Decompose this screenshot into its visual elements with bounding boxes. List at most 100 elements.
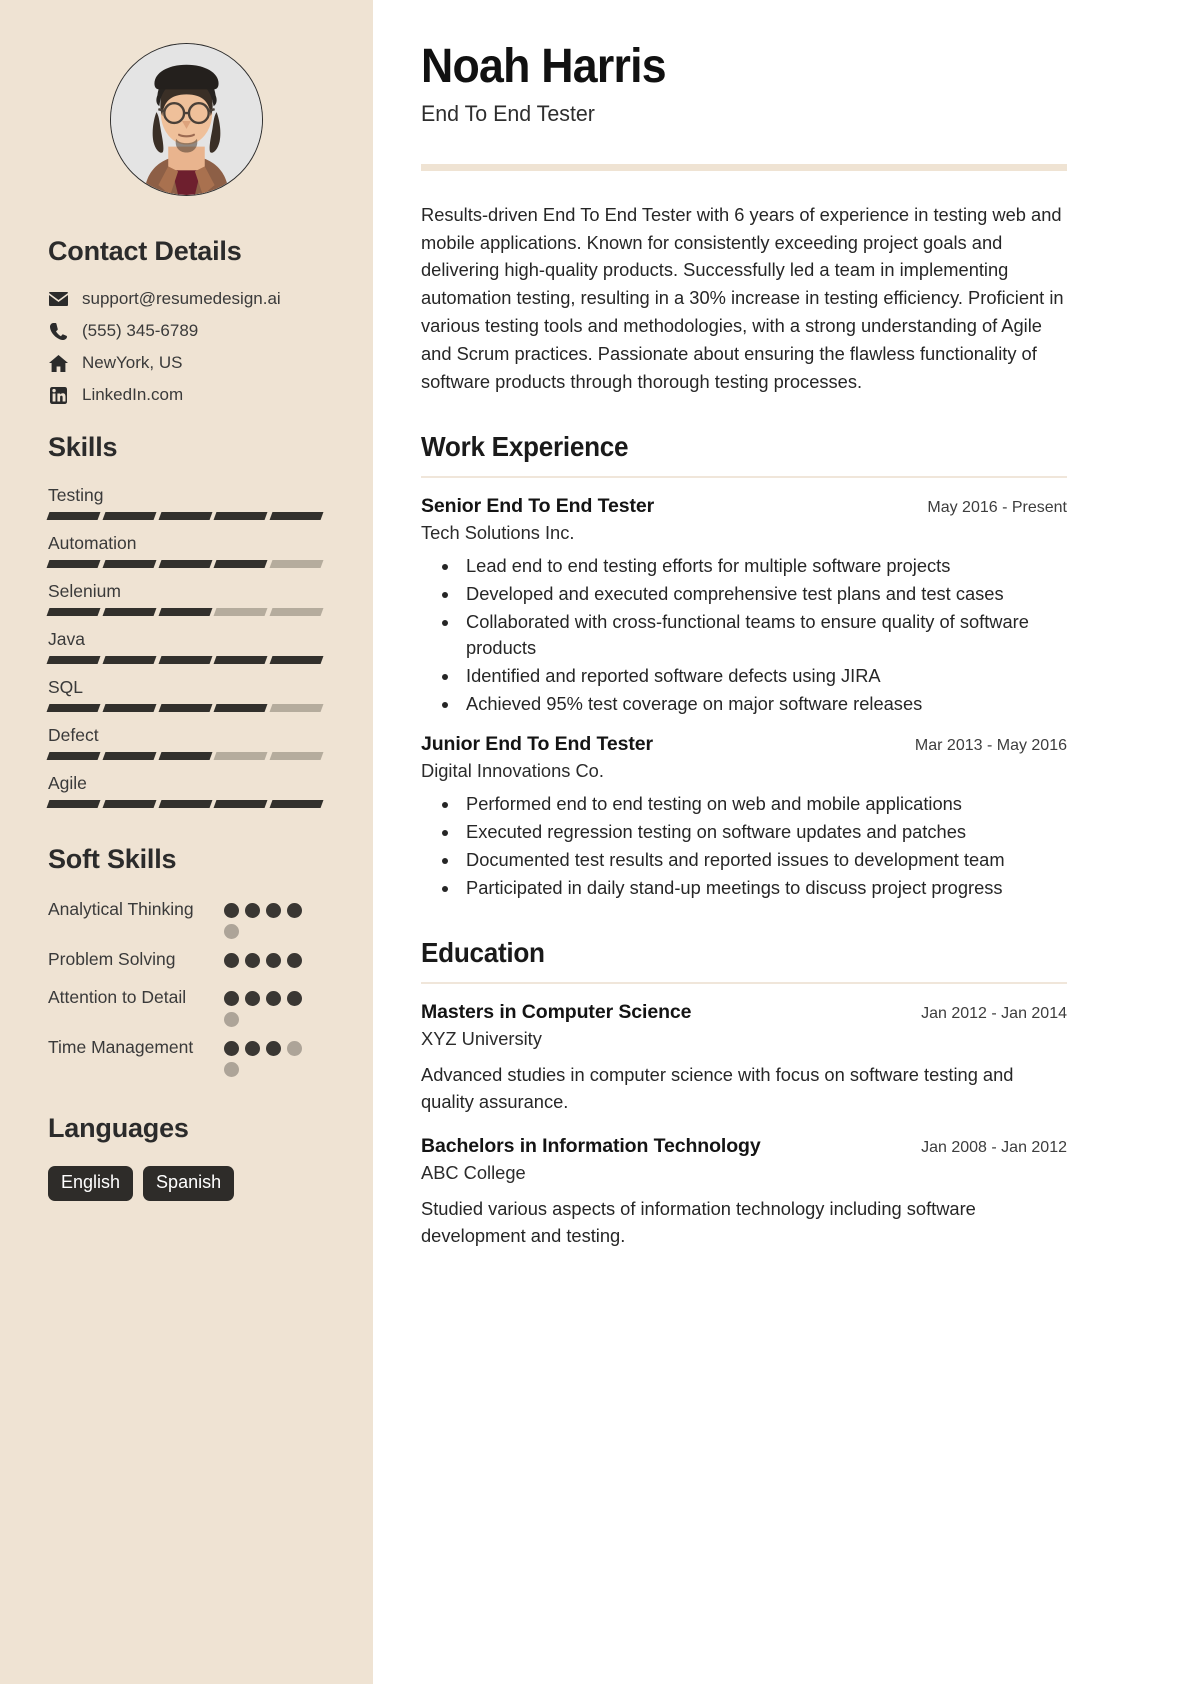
- skill-bar-segment: [102, 752, 157, 760]
- contact-item-location[interactable]: NewYork, US: [48, 353, 325, 373]
- skill-rating-bars: [46, 656, 324, 664]
- work-bullet: Identified and reported software defects…: [460, 663, 1067, 689]
- skill-bar-segment: [46, 656, 101, 664]
- skill-bar-segment: [213, 800, 268, 808]
- languages-list: English Spanish: [48, 1166, 325, 1201]
- soft-skill-dot: [224, 924, 239, 939]
- education-degree: Bachelors in Information Technology: [421, 1134, 761, 1157]
- skill-bar-segment: [46, 752, 101, 760]
- work-bullet: Performed end to end testing on web and …: [460, 791, 1067, 817]
- education-entry: Masters in Computer Science Jan 2012 - J…: [421, 1001, 1067, 1116]
- skill-bar-segment: [158, 704, 212, 712]
- soft-skills-list: Analytical Thinking Problem Solving Atte…: [48, 897, 325, 1077]
- contact-linkedin-value: LinkedIn.com: [82, 385, 184, 404]
- skill-bar-segment: [102, 656, 157, 664]
- soft-skill-label: Problem Solving: [48, 949, 176, 969]
- skill-bar-segment: [102, 608, 157, 616]
- skill-label: Selenium: [48, 581, 121, 601]
- skill-bar-segment: [158, 608, 212, 616]
- work-bullet: Executed regression testing on software …: [460, 819, 1067, 845]
- skill-rating-bars: [46, 704, 324, 712]
- soft-skill-dot: [245, 903, 260, 918]
- soft-skill-dot: [245, 1041, 260, 1056]
- soft-skills-heading: Soft Skills: [48, 844, 177, 874]
- work-job-title: Junior End To End Tester: [421, 733, 653, 756]
- skill-bar-segment: [213, 704, 268, 712]
- work-company: Tech Solutions Inc.: [421, 522, 575, 544]
- avatar-wrapper: [48, 43, 325, 196]
- skill-bar-segment: [46, 704, 101, 712]
- work-entry-header: Junior End To End Tester Mar 2013 - May …: [421, 733, 1067, 756]
- work-company: Digital Innovations Co.: [421, 760, 604, 782]
- work-bullet: Lead end to end testing efforts for mult…: [460, 553, 1067, 579]
- skill-bar-segment: [158, 800, 212, 808]
- skill-bar-segment: [269, 608, 324, 616]
- soft-skill-rating-dots: [224, 1035, 316, 1077]
- education-description: Advanced studies in computer science wit…: [421, 1064, 1014, 1113]
- education-institution: ABC College: [421, 1161, 526, 1183]
- work-bullet: Achieved 95% test coverage on major soft…: [460, 691, 1067, 717]
- skill-bar-segment: [46, 800, 101, 808]
- skill-bar-segment: [46, 560, 101, 568]
- skills-heading: Skills: [48, 432, 118, 462]
- work-job-title: Senior End To End Tester: [421, 495, 655, 518]
- home-icon: [48, 354, 69, 372]
- soft-skill-dot: [224, 991, 239, 1006]
- education-entry-header: Bachelors in Information Technology Jan …: [421, 1135, 1067, 1158]
- work-experience-list: Senior End To End Tester May 2016 - Pres…: [421, 495, 1067, 901]
- header-divider: [421, 163, 1067, 171]
- soft-skill-rating-dots: [224, 985, 316, 1027]
- language-tag[interactable]: Spanish: [143, 1166, 235, 1201]
- soft-skill-dot: [245, 991, 260, 1006]
- envelope-icon: [48, 292, 69, 306]
- skill-bar-segment: [269, 512, 324, 520]
- contact-item-email[interactable]: support@resumedesign.ai: [48, 289, 325, 309]
- skill-bar-segment: [46, 512, 101, 520]
- sidebar: Contact Details support@resumedesign.ai …: [0, 0, 373, 1684]
- skill-label: Agile: [48, 773, 87, 793]
- skill-bar-segment: [102, 512, 157, 520]
- resume-page: Contact Details support@resumedesign.ai …: [0, 0, 1200, 1684]
- skill-row: Selenium: [46, 581, 325, 616]
- skill-bar-segment: [213, 560, 268, 568]
- work-bullet-list: Performed end to end testing on web and …: [421, 791, 1067, 901]
- skill-bar-segment: [213, 608, 268, 616]
- skill-rating-bars: [46, 800, 324, 808]
- contact-list: support@resumedesign.ai (555) 345-6789 N…: [48, 289, 325, 405]
- soft-skill-dot: [224, 1012, 239, 1027]
- skill-bar-segment: [46, 608, 101, 616]
- skill-bar-segment: [102, 704, 157, 712]
- skill-bar-segment: [269, 656, 324, 664]
- page-title: Noah Harris: [421, 40, 667, 93]
- skill-bar-segment: [102, 800, 157, 808]
- soft-skill-dot: [224, 1062, 239, 1077]
- contact-item-phone[interactable]: (555) 345-6789: [48, 321, 325, 341]
- avatar-portrait-icon: [111, 44, 262, 195]
- contact-item-linkedin[interactable]: LinkedIn.com: [48, 385, 325, 405]
- work-bullet: Developed and executed comprehensive tes…: [460, 581, 1067, 607]
- skill-row: Automation: [46, 533, 325, 568]
- soft-skill-row: Time Management: [48, 1035, 325, 1077]
- language-tag[interactable]: English: [48, 1166, 134, 1201]
- skill-rating-bars: [46, 752, 324, 760]
- work-bullet-list: Lead end to end testing efforts for mult…: [421, 553, 1067, 717]
- education-date-range: Jan 2008 - Jan 2012: [921, 1138, 1067, 1156]
- skill-label: Automation: [48, 533, 137, 553]
- soft-skill-rating-dots: [224, 897, 316, 939]
- skill-row: SQL: [46, 677, 325, 712]
- soft-skill-dot: [287, 1041, 302, 1056]
- contact-phone-value: (555) 345-6789: [82, 321, 199, 340]
- professional-summary: Results-driven End To End Tester with 6 …: [421, 203, 1064, 392]
- education-heading: Education: [421, 937, 545, 969]
- job-role-subtitle: End To End Tester: [421, 100, 595, 126]
- soft-skill-label: Attention to Detail: [48, 987, 187, 1007]
- skill-label: Defect: [48, 725, 99, 745]
- work-bullet: Participated in daily stand-up meetings …: [460, 875, 1067, 901]
- soft-skill-dot: [287, 903, 302, 918]
- main-content: Noah Harris End To End Tester Results-dr…: [373, 0, 1200, 1684]
- soft-skill-dot: [224, 903, 239, 918]
- soft-skill-dot: [224, 953, 239, 968]
- soft-skill-dot: [266, 903, 281, 918]
- languages-heading: Languages: [48, 1113, 189, 1143]
- skill-bar-segment: [269, 752, 324, 760]
